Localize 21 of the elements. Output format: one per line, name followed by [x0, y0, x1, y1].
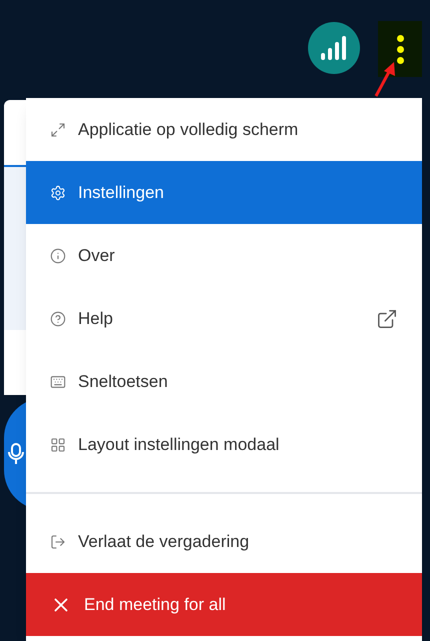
menu-item[interactable]: Layout instellingen modaal: [26, 413, 422, 476]
external-link-icon: [376, 308, 398, 330]
menu-item[interactable]: Verlaat de vergadering: [26, 510, 422, 573]
settings-icon: [50, 184, 66, 200]
annotation-arrow-icon: [372, 60, 398, 98]
signal-bars-icon: [321, 36, 347, 60]
menu-item[interactable]: Over: [26, 224, 422, 287]
menu-item[interactable]: Sneltoetsen: [26, 350, 422, 413]
connection-status-button[interactable]: [308, 22, 360, 74]
info-icon: [50, 248, 66, 264]
menu-item[interactable]: Help: [26, 287, 422, 350]
microphone-icon: [8, 443, 24, 465]
grid-icon: [50, 436, 66, 452]
exit-icon: [50, 534, 66, 550]
menu-item[interactable]: Instellingen: [26, 161, 422, 224]
more-options-button[interactable]: [378, 21, 422, 77]
help-icon: [50, 310, 66, 326]
menu-item[interactable]: Applicatie op volledig scherm: [26, 98, 422, 161]
menu-item[interactable]: End meeting for all: [26, 573, 422, 636]
keyboard-icon: [50, 374, 66, 390]
expand-icon: [50, 122, 66, 138]
